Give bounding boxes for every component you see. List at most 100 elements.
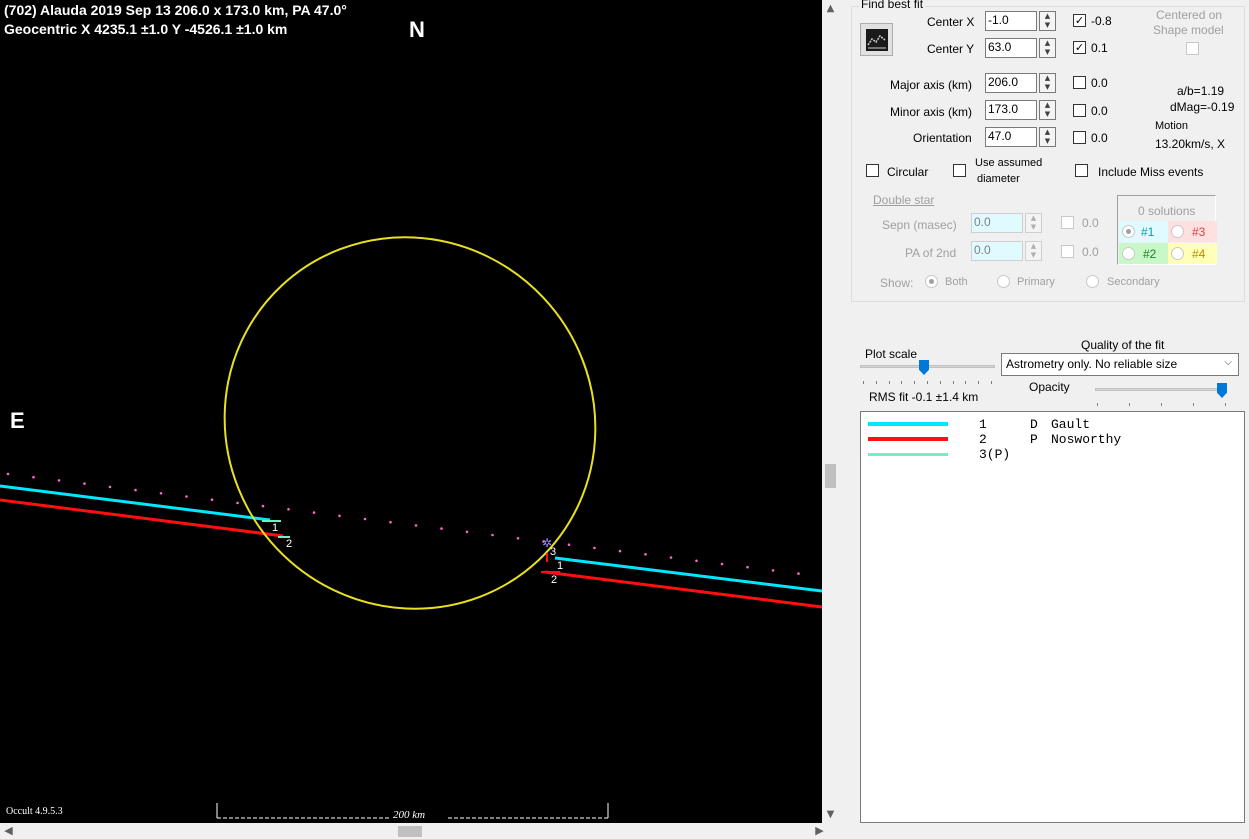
slider-tick	[914, 381, 916, 384]
spin-up-icon[interactable]: ▲	[1040, 39, 1055, 48]
spin-up-icon[interactable]: ▲	[1040, 101, 1055, 110]
center-x-checkbox[interactable]: ✓	[1073, 14, 1086, 27]
plot-horizontal-scrollbar[interactable]: ◀ ▶	[0, 823, 839, 839]
show-both-radio[interactable]	[925, 275, 938, 288]
spin-up-icon[interactable]: ▲	[1040, 74, 1055, 83]
scroll-left-arrow-icon[interactable]: ◀	[0, 823, 17, 839]
minor-axis-spinner[interactable]: ▲ ▼	[1039, 100, 1056, 120]
double-star-label: Double star	[873, 193, 935, 207]
chord-label-right-c: 2	[551, 574, 558, 586]
major-axis-checkbox[interactable]	[1073, 76, 1086, 89]
center-x-spinner[interactable]: ▲ ▼	[1039, 11, 1056, 31]
opacity-track[interactable]	[1095, 388, 1227, 391]
scroll-down-arrow-icon[interactable]: ▼	[822, 806, 839, 823]
fit-chart-icon	[866, 29, 888, 51]
spin-up-icon[interactable]: ▲	[1040, 12, 1055, 21]
spin-down-icon[interactable]: ▼	[1040, 110, 1055, 119]
slider-tick	[965, 381, 967, 384]
sepn-input[interactable]: 0.0	[971, 213, 1023, 233]
orientation-input[interactable]: 47.0	[985, 127, 1037, 147]
solution-1-radio[interactable]	[1122, 225, 1135, 238]
slider-tick	[1193, 403, 1194, 406]
spin-up-icon[interactable]: ▲	[1026, 242, 1041, 251]
solution-1-cell[interactable]: #1	[1119, 221, 1168, 242]
minor-axis-checkbox[interactable]	[1073, 104, 1086, 117]
solution-4-label: #4	[1192, 247, 1206, 261]
orientation-checkbox[interactable]	[1073, 131, 1086, 144]
find-best-fit-button[interactable]	[860, 23, 893, 56]
slider-tick	[939, 381, 941, 384]
circular-checkbox[interactable]	[866, 164, 879, 177]
observer-3-number: 3(P)	[979, 447, 1011, 462]
spin-down-icon[interactable]: ▼	[1026, 251, 1041, 260]
orientation-spinner[interactable]: ▲ ▼	[1039, 127, 1056, 147]
slider-tick	[1225, 403, 1226, 406]
scroll-right-arrow-icon[interactable]: ▶	[811, 823, 828, 839]
solution-4-cell[interactable]: #4	[1168, 243, 1217, 264]
path-dot	[32, 475, 35, 479]
chord-line-2-left	[0, 498, 284, 538]
plot-vertical-scrollbar[interactable]: ▲ ▼	[822, 0, 839, 823]
sepn-spinner[interactable]: ▲ ▼	[1025, 213, 1042, 233]
solution-3-radio[interactable]	[1171, 225, 1184, 238]
observer-list[interactable]: 1 D Gault 2 P Nosworthy 3(P)	[860, 411, 1245, 823]
use-assumed-diameter-checkbox[interactable]	[953, 164, 966, 177]
path-dot	[236, 501, 239, 505]
scale-label: 200 km	[393, 809, 426, 821]
pa-of-2nd-input[interactable]: 0.0	[971, 241, 1023, 261]
center-y-label: Center Y	[927, 42, 975, 56]
path-dot	[338, 514, 341, 518]
horizontal-scroll-thumb[interactable]	[398, 826, 422, 837]
plot-scale-slider-thumb[interactable]	[919, 360, 929, 375]
observer-3-color-swatch	[868, 453, 948, 456]
pa-of-2nd-spinner[interactable]: ▲ ▼	[1025, 241, 1042, 261]
center-y-input[interactable]: 63.0	[985, 38, 1037, 58]
major-axis-input[interactable]: 206.0	[985, 73, 1037, 93]
spin-down-icon[interactable]: ▼	[1040, 21, 1055, 30]
observer-1-name: Gault	[1051, 417, 1091, 432]
slider-tick	[863, 381, 864, 384]
solution-4-radio[interactable]	[1171, 247, 1184, 260]
spin-up-icon[interactable]: ▲	[1026, 214, 1041, 223]
center-y-checkbox[interactable]: ✓	[1073, 41, 1086, 54]
occultation-plot[interactable]: ✲ (702) Alauda 2019 Sep 13 206.0 x 173.0…	[0, 0, 822, 823]
center-y-spinner[interactable]: ▲ ▼	[1039, 38, 1056, 58]
path-dot	[567, 543, 571, 546]
chevron-down-icon[interactable]: ⌵	[1224, 357, 1232, 368]
opacity-slider-thumb[interactable]	[1217, 383, 1227, 398]
center-x-input[interactable]: -1.0	[985, 11, 1037, 31]
find-best-fit-label: Find best fit	[859, 0, 926, 11]
spin-down-icon[interactable]: ▼	[1040, 137, 1055, 146]
solution-2-cell[interactable]: #2	[1119, 243, 1168, 264]
path-dot	[516, 537, 520, 540]
include-miss-events-checkbox[interactable]	[1075, 164, 1088, 177]
axis-ratio-label: a/b=1.19	[1177, 84, 1225, 98]
center-y-delta: 0.1	[1091, 41, 1108, 55]
spin-down-icon[interactable]: ▼	[1026, 223, 1041, 232]
show-primary-radio[interactable]	[997, 275, 1010, 288]
sepn-checkbox[interactable]	[1061, 216, 1074, 229]
major-axis-spinner[interactable]: ▲ ▼	[1039, 73, 1056, 93]
path-dot	[159, 492, 163, 495]
solution-2-radio[interactable]	[1122, 247, 1135, 260]
centered-on-shape-checkbox[interactable]	[1186, 42, 1199, 55]
quality-of-fit-label: Quality of the fit	[1081, 338, 1165, 352]
solution-3-cell[interactable]: #3	[1168, 221, 1217, 242]
opacity-label: Opacity	[1029, 380, 1070, 394]
path-dot	[57, 479, 61, 482]
opacity-ticks	[1097, 403, 1227, 407]
path-dot	[261, 504, 265, 508]
minor-axis-input[interactable]: 173.0	[985, 100, 1037, 120]
spin-down-icon[interactable]: ▼	[1040, 83, 1055, 92]
vertical-scroll-thumb[interactable]	[825, 464, 836, 488]
path-dot	[185, 495, 188, 498]
observer-1-code: D	[1030, 417, 1038, 432]
spin-up-icon[interactable]: ▲	[1040, 128, 1055, 137]
quality-of-fit-select[interactable]: Astrometry only. No reliable size ⌵	[1001, 353, 1239, 376]
app-window: ✲ (702) Alauda 2019 Sep 13 206.0 x 173.0…	[0, 0, 1249, 839]
scroll-up-arrow-icon[interactable]: ▲	[822, 0, 839, 17]
show-secondary-radio[interactable]	[1086, 275, 1099, 288]
spin-down-icon[interactable]: ▼	[1040, 48, 1055, 57]
pa-of-2nd-checkbox[interactable]	[1061, 245, 1074, 258]
show-primary-label: Primary	[1017, 276, 1055, 288]
